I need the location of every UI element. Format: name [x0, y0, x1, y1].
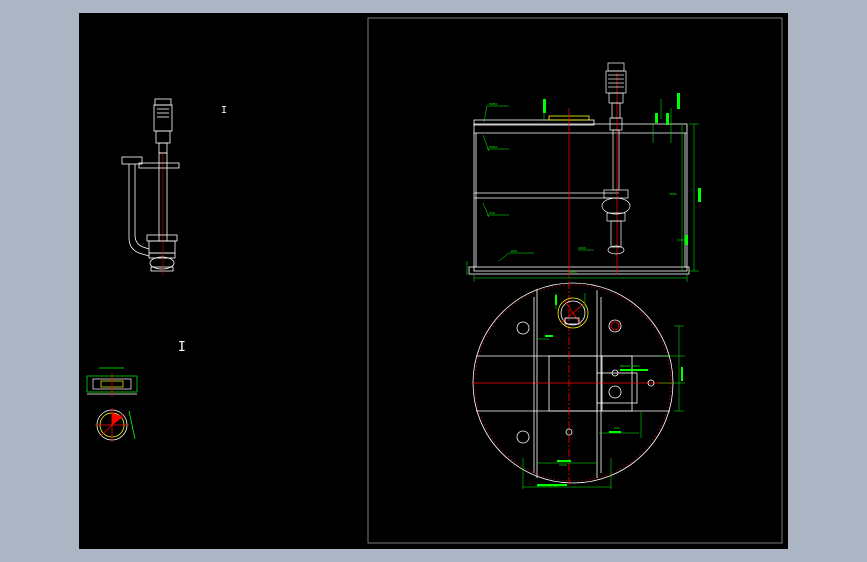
- plan-right-dim: DN100 DN50: [620, 364, 640, 368]
- plan-width-dim: Φ3300 Φ3300: [537, 484, 558, 488]
- flange-section-detail: [86, 367, 138, 397]
- cad-model-space[interactable]: I I 3000 3000 DN50 DN50 300 600 2000 Φ33…: [79, 13, 788, 549]
- pump-side-view: [121, 98, 180, 275]
- small-c-label: 200: [614, 426, 620, 430]
- tank-plan-view: [472, 281, 674, 485]
- nozzle-b-label: DN50: [489, 145, 498, 149]
- tank-pump-assembly: [601, 62, 631, 255]
- plan-dimension-labels: [537, 295, 683, 486]
- bottom-dim: 3000: [578, 246, 586, 250]
- plan-bottom-dim: 1500: [559, 463, 567, 467]
- plan-dimensions: [522, 293, 685, 489]
- elevation-dimensions: [466, 99, 699, 282]
- flange-plan-detail: [95, 408, 136, 442]
- small-b-label: 600: [511, 249, 517, 253]
- top-label: 2000: [569, 270, 577, 274]
- drawing-frame: [367, 17, 783, 544]
- tank-height-dim: 3000: [669, 192, 677, 196]
- cad-drawing: [86, 17, 783, 544]
- small-a-label: 300: [489, 211, 495, 215]
- nozzle-a-label: DN50: [489, 102, 498, 106]
